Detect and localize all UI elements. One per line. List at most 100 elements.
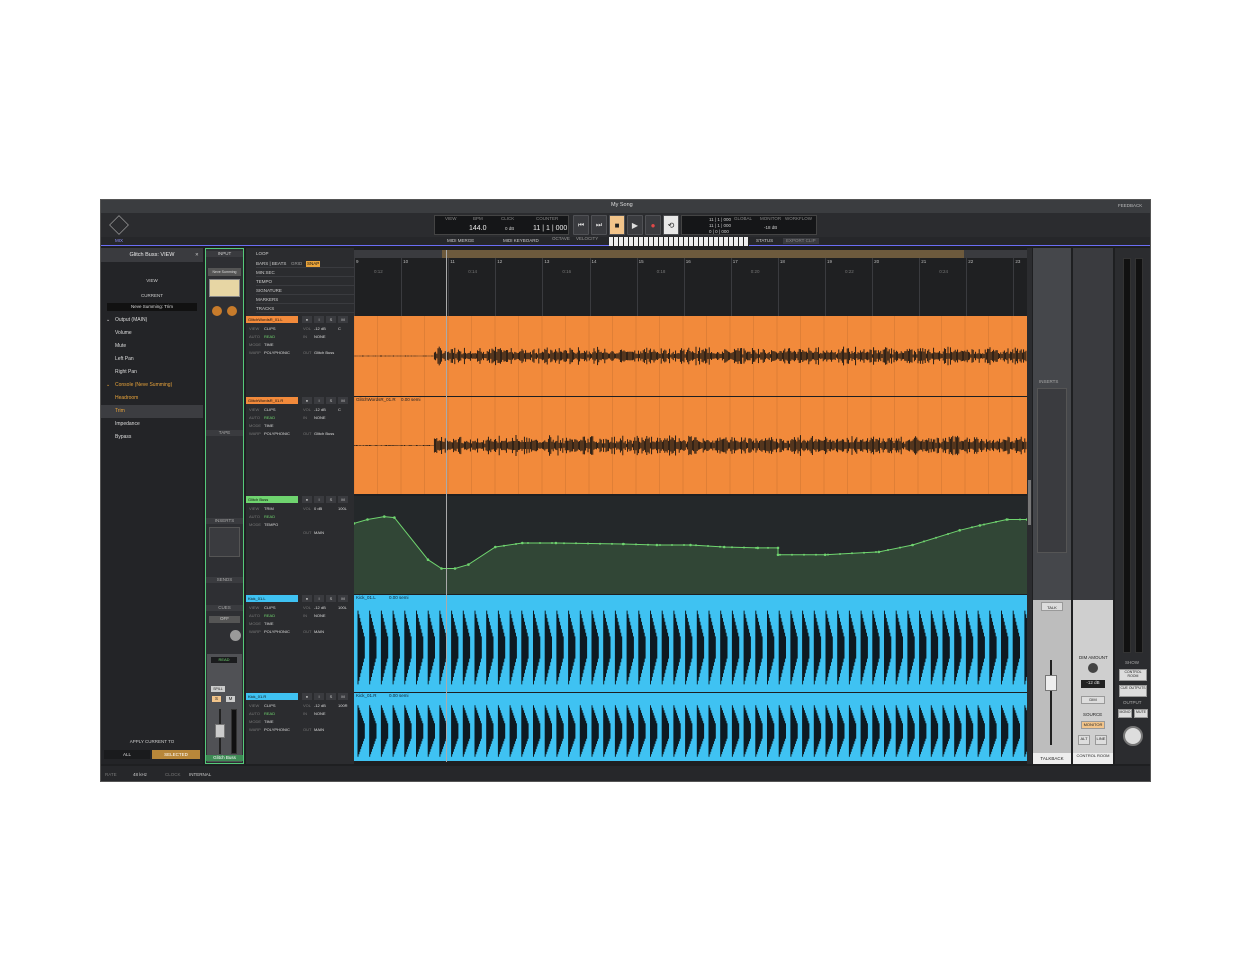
bpm-value[interactable]: 144.0 [469, 225, 487, 232]
lane-kick-l[interactable]: Kick_01.L 0.00 semi [354, 595, 1032, 692]
view-value[interactable]: CLIPS [264, 326, 276, 332]
show-cue-outputs-button[interactable]: CUE OUTPUTS [1119, 685, 1147, 697]
out-value[interactable]: MAIN [314, 629, 324, 635]
mix-tab[interactable]: MIX [115, 238, 123, 244]
mute-button[interactable]: M [338, 693, 348, 700]
inspector-item[interactable]: Mute [101, 340, 203, 353]
playhead[interactable] [446, 250, 447, 762]
alt-source-button[interactable]: ALT [1078, 735, 1090, 745]
solo-button[interactable]: S [326, 595, 336, 602]
solo-button[interactable]: S [326, 397, 336, 404]
warp-value[interactable]: POLYPHONIC [264, 350, 290, 356]
auto-value[interactable]: READ [264, 711, 275, 717]
timeline-ruler[interactable]: 9 10 11 12 13 14 15 16 17 18 19 20 21 22 23 0:12 0:14 0:… [354, 248, 1027, 316]
monitor-source-button[interactable]: MONITOR [1081, 721, 1105, 729]
out-value[interactable]: Glitch Buss [314, 350, 334, 356]
line-source-button[interactable]: LINE [1095, 735, 1107, 745]
min-sec-label[interactable]: MIN:SEC [256, 270, 354, 277]
inspector-item[interactable]: Headroom [101, 392, 203, 405]
monitor-volume-knob[interactable] [1123, 726, 1143, 746]
export-clip-button[interactable]: EXPORT CLIP [783, 238, 819, 244]
inspector-item[interactable]: ⌄ Output (MAIN) [101, 314, 203, 327]
signature-label[interactable]: SIGNATURE [256, 288, 354, 295]
auto-value[interactable]: READ [264, 613, 275, 619]
grid-toggle[interactable]: GRID [291, 261, 302, 267]
pan-value[interactable]: C [338, 326, 341, 332]
cue-select[interactable]: OFF [209, 616, 240, 623]
preamp-name[interactable]: Neve Summing [208, 268, 241, 276]
length-value[interactable]: 0 | 0 | 000 [709, 229, 729, 235]
mode-value[interactable]: TIME [264, 719, 274, 725]
tempo-label[interactable]: TEMPO [256, 279, 354, 286]
snap-toggle[interactable]: SNAP [306, 261, 321, 267]
mute-button[interactable]: M [226, 696, 235, 702]
track-name[interactable]: Kick_01.L [246, 595, 298, 602]
mono-button[interactable]: MONO [1118, 709, 1132, 718]
track-name[interactable]: Glitch Buss [246, 496, 298, 503]
pan-value[interactable]: 100L [338, 506, 347, 512]
inspector-item[interactable]: Volume [101, 327, 203, 340]
mode-value[interactable]: TIME [264, 621, 274, 627]
vol-value[interactable]: -12 dB [314, 605, 326, 611]
inspector-item[interactable]: Bypass [101, 431, 203, 444]
pan-value[interactable]: C [338, 407, 341, 413]
warp-value[interactable]: POLYPHONIC [264, 727, 290, 733]
track-name[interactable]: GlitchWordsR_01.R [246, 397, 298, 404]
apply-all-button[interactable]: ALL [104, 750, 150, 759]
lane-glitch-l[interactable] [353, 316, 1036, 396]
view-value[interactable]: CLIPS [264, 407, 276, 413]
vertical-scrollbar[interactable] [1027, 248, 1032, 764]
insert-slots[interactable] [209, 527, 240, 557]
track-header[interactable]: Kick_01.L ● I S M VIEW CLIPS AUTO READ MODE TIME WA… [246, 595, 354, 655]
record-arm-button[interactable]: ● [302, 496, 312, 503]
inspector-item[interactable]: Impedance [101, 418, 203, 431]
dim-amount-value[interactable]: -12 dB [1081, 680, 1105, 688]
input-monitor-button[interactable]: I [314, 397, 324, 404]
solo-button[interactable]: S [326, 693, 336, 700]
track-name[interactable]: GlitchWordsR_01.L [246, 316, 298, 323]
chevron-down-icon[interactable]: ⌄ [106, 314, 110, 327]
output-mute-button[interactable]: MUTE [1134, 709, 1148, 718]
talkback-fader[interactable] [1045, 675, 1057, 691]
vol-value[interactable]: -12 dB [314, 407, 326, 413]
play-button[interactable]: ▶ [627, 215, 643, 235]
view-value[interactable]: CLIPS [264, 703, 276, 709]
clock-value[interactable]: INTERNAL [189, 772, 211, 778]
auto-value[interactable]: READ [264, 334, 275, 340]
loop-region[interactable] [354, 250, 1027, 258]
talk-button[interactable]: TALK [1041, 602, 1063, 611]
solo-button[interactable]: S [326, 316, 336, 323]
solo-button[interactable]: S [326, 496, 336, 503]
track-header[interactable]: GlitchWordsR_01.R ● I S M VIEW CLIPS AUTO READ MO… [246, 397, 354, 457]
midi-merge[interactable]: MIDI MERGE [447, 238, 474, 244]
bars-beats-label[interactable]: BARS | BEATS [256, 261, 354, 268]
song-title[interactable]: My Song [611, 202, 633, 209]
feedback-button[interactable]: FEEDBACK [1118, 203, 1142, 209]
mute-button[interactable]: M [338, 397, 348, 404]
auto-value[interactable]: READ [264, 415, 275, 421]
out-value[interactable]: MAIN [314, 727, 324, 733]
mode-value[interactable]: TIME [264, 342, 274, 348]
vol-value[interactable]: 0 dB [314, 506, 322, 512]
click-value[interactable]: 0 dB [505, 226, 514, 232]
track-header[interactable]: Kick_01.R ● I S M VIEW CLIPS AUTO READ MODE TIME WA… [246, 693, 354, 753]
spill-button[interactable]: SPILL [211, 686, 225, 692]
view-value[interactable]: TRIM [264, 506, 274, 512]
midi-keyboard[interactable]: MIDI KEYBOARD [503, 238, 539, 244]
trim-automation-curve[interactable] [352, 496, 1029, 594]
automation-mode[interactable]: READ [211, 657, 237, 663]
record-arm-button[interactable]: ● [302, 693, 312, 700]
inspector-item[interactable]: Left Pan [101, 353, 203, 366]
lane-glitch-r[interactable]: GlitchWordsR_01.R 0.00 semi [353, 397, 1036, 494]
stop-button[interactable]: ■ [609, 215, 625, 235]
chevron-down-icon[interactable]: ⌄ [106, 379, 110, 392]
midi-piano-keys[interactable] [609, 237, 749, 246]
loop-range[interactable] [442, 250, 964, 258]
monitor-insert-slots[interactable] [1037, 388, 1067, 553]
input-monitor-button[interactable]: I [314, 693, 324, 700]
mute-button[interactable]: M [338, 496, 348, 503]
dim-knob[interactable] [1088, 663, 1098, 673]
cue-level-knob[interactable] [230, 630, 241, 641]
pan-value[interactable]: 100L [338, 605, 347, 611]
mute-button[interactable]: M [338, 595, 348, 602]
